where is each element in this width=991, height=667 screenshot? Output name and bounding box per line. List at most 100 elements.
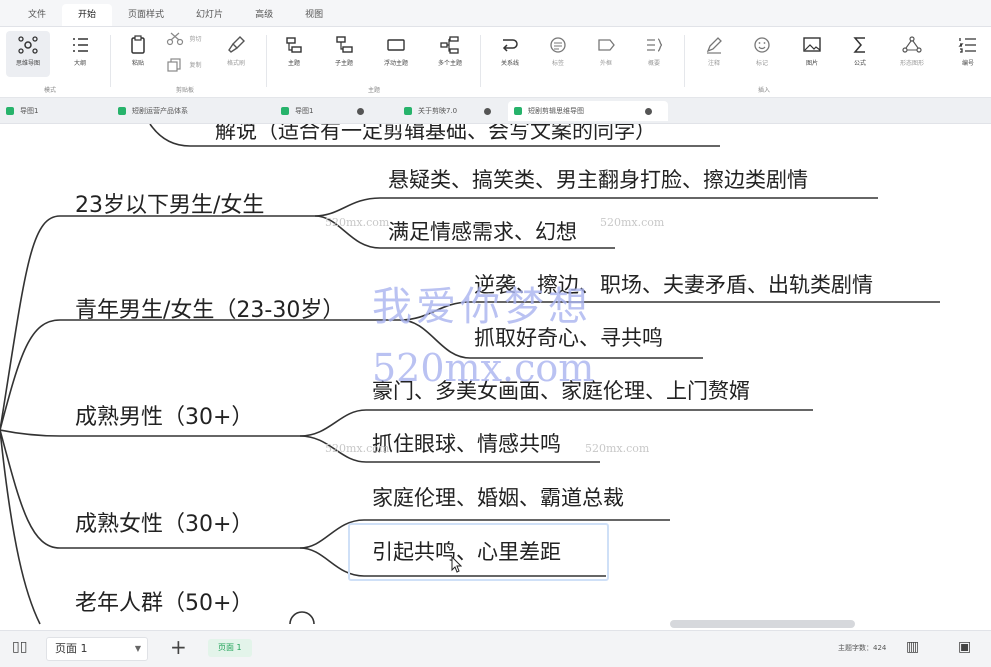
smart-graph-label: 形态图形 — [899, 60, 924, 67]
brush-icon — [228, 36, 245, 53]
doc-tab-title: 导图1 — [20, 107, 39, 115]
float-topic-label: 浮动主题 — [383, 60, 408, 67]
copy-label: 复制 — [189, 62, 202, 69]
add-page-icon[interactable]: + — [170, 635, 187, 659]
outline-mode-button[interactable]: 大纲 — [58, 31, 102, 77]
subtopic-label: 子主题 — [334, 60, 353, 67]
formula-button[interactable]: 公式 — [838, 31, 882, 77]
outline-list-icon — [73, 38, 88, 52]
ribbon-separator — [480, 35, 481, 87]
doc-tab-2[interactable]: 短剧运营产品体系 — [112, 101, 272, 121]
numbering-button[interactable]: 编号 — [946, 31, 990, 77]
ribbon-toolbar: 思维导图 大纲 模式 粘贴 剪切 复制 格式刷 剪贴板 主题 子主题 浮动主题 … — [0, 27, 991, 98]
paste-button[interactable]: 粘贴 — [116, 31, 160, 77]
pen-icon — [706, 37, 722, 54]
page-tab-active[interactable]: 页面 1 — [208, 639, 252, 657]
float-topic-icon — [387, 39, 405, 51]
note-button[interactable]: 注释 — [692, 31, 736, 77]
mindmap-file-icon — [514, 107, 522, 115]
subtopic-icon — [336, 36, 353, 53]
mindmap-canvas[interactable]: 解说（适合有一定剪辑基础、会写文案的同学） 23岁以下男生/女生 悬疑类、搞笑类… — [0, 124, 991, 630]
relation-arrow-icon — [502, 39, 518, 52]
status-bar: ▯▯ 页面 1 ▼ + 页面 1 主题字数：424 ▥ ▣ — [0, 630, 991, 667]
page-panel-icon[interactable]: ▯▯ — [12, 639, 27, 655]
layout-view-icon[interactable]: ▥ — [906, 639, 919, 655]
chevron-down-icon: ▼ — [134, 644, 141, 653]
doc-tab-1[interactable]: 导图1 — [0, 101, 110, 121]
menu-tab-advanced[interactable]: 高级 — [239, 4, 289, 26]
mouse-cursor-icon — [451, 556, 462, 573]
leaf-topic[interactable]: 满足情感需求、幻想 — [388, 219, 577, 245]
outline-box-button[interactable]: 外框 — [584, 31, 628, 77]
branch-topic-seniors[interactable]: 老年人群（50+） — [75, 591, 253, 617]
image-label: 图片 — [805, 60, 818, 67]
leaf-topic-selected[interactable]: 引起共鸣、心里差距 — [372, 539, 561, 565]
horizontal-scrollbar[interactable] — [670, 620, 855, 628]
doc-tab-title: 短剧剪辑思维导图 — [528, 107, 584, 115]
fullscreen-icon[interactable]: ▣ — [958, 639, 971, 655]
branch-topic-young-adults[interactable]: 青年男生/女生（23-30岁） — [75, 298, 344, 324]
watermark-small: 520mx.com — [585, 442, 650, 455]
leaf-topic[interactable]: 悬疑类、搞笑类、男主翻身打脸、擦边类剧情 — [388, 167, 808, 193]
leaf-topic[interactable]: 抓住眼球、情感共鸣 — [372, 431, 561, 457]
ribbon-separator — [110, 35, 111, 87]
branch-topic-mature-men[interactable]: 成熟男性（30+） — [75, 405, 253, 431]
cut-off-topic[interactable]: 解说（适合有一定剪辑基础、会写文案的同学） — [215, 124, 656, 144]
unsaved-dot-icon[interactable] — [357, 108, 364, 115]
group-label-mode: 模式 — [44, 87, 57, 94]
topic-button[interactable]: 主题 — [272, 31, 316, 77]
doc-tab-4[interactable]: 关于剪映7.0 — [398, 101, 504, 121]
mindmap-file-icon — [404, 107, 412, 115]
menu-tab-file[interactable]: 文件 — [12, 4, 62, 26]
multi-topic-button[interactable]: 多个主题 — [428, 31, 472, 77]
network-graph-icon — [902, 36, 922, 53]
branch-topic-mature-women[interactable]: 成熟女性（30+） — [75, 512, 253, 538]
relation-line-button[interactable]: 关系线 — [488, 31, 532, 77]
mindmap-file-icon — [6, 107, 14, 115]
copy-icon — [167, 58, 182, 72]
mark-button[interactable]: 标记 — [740, 31, 784, 77]
group-label-clipboard: 剪贴板 — [176, 87, 195, 94]
relation-line-label: 关系线 — [500, 60, 519, 67]
watermark-url: 520mx.com — [372, 346, 595, 390]
image-button[interactable]: 图片 — [790, 31, 834, 77]
format-brush-button[interactable]: 格式刷 — [214, 31, 258, 77]
connector-line — [0, 429, 61, 437]
collapse-toggle-arc — [289, 611, 315, 625]
group-label-topic: 主题 — [368, 87, 381, 94]
outline-box-label: 外框 — [599, 60, 612, 67]
copy-button[interactable]: 复制 — [162, 57, 204, 79]
unsaved-dot-icon[interactable] — [484, 108, 491, 115]
cut-button[interactable]: 剪切 — [162, 31, 204, 53]
smart-graph-button[interactable]: 形态图形 — [890, 31, 934, 77]
doc-tab-3[interactable]: 导图1 — [275, 101, 395, 121]
label-button[interactable]: 标签 — [536, 31, 580, 77]
connector-line — [0, 429, 41, 625]
menu-tab-page-style[interactable]: 页面样式 — [112, 4, 180, 26]
topic-label: 主题 — [287, 60, 300, 67]
doc-tab-title: 导图1 — [295, 107, 314, 115]
outline-label: 大纲 — [73, 60, 86, 67]
multi-topic-icon — [440, 36, 459, 54]
page-select-dropdown[interactable]: 页面 1 ▼ — [46, 637, 148, 661]
menu-bar: 文件 开始 页面样式 幻灯片 高级 视图 — [0, 0, 991, 27]
sigma-icon — [853, 37, 865, 53]
doc-tab-5-active[interactable]: 短剧剪辑思维导图 — [508, 101, 668, 121]
smiley-icon — [754, 37, 770, 53]
branch-topic-under-23[interactable]: 23岁以下男生/女生 — [75, 193, 264, 219]
doc-tab-title: 短剧运营产品体系 — [132, 107, 188, 115]
frame-icon — [598, 39, 615, 51]
summary-button[interactable]: 概要 — [632, 31, 676, 77]
watermark-small: 520mx.com — [600, 216, 665, 229]
menu-tab-start[interactable]: 开始 — [62, 4, 113, 26]
summary-label: 概要 — [647, 60, 660, 67]
unsaved-dot-icon[interactable] — [645, 108, 652, 115]
menu-tab-slides[interactable]: 幻灯片 — [180, 4, 239, 26]
menu-tab-view[interactable]: 视图 — [289, 4, 339, 26]
leaf-topic[interactable]: 家庭伦理、婚姻、霸道总裁 — [372, 485, 624, 511]
cut-label: 剪切 — [189, 36, 202, 43]
doc-tab-title: 关于剪映7.0 — [418, 107, 458, 115]
mind-map-mode-button[interactable]: 思维导图 — [6, 31, 50, 77]
subtopic-button[interactable]: 子主题 — [322, 31, 366, 77]
float-topic-button[interactable]: 浮动主题 — [374, 31, 418, 77]
